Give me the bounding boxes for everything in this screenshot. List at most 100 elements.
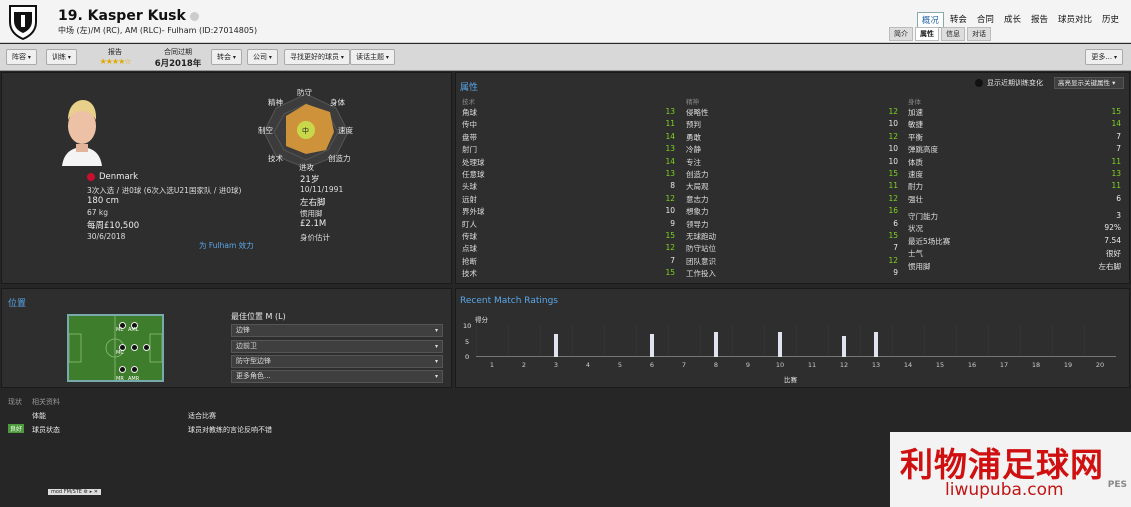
tab-status[interactable]: 现状 bbox=[8, 397, 22, 407]
club-link[interactable]: 为 Fulham 效力 bbox=[199, 240, 254, 251]
toggle-checkbox[interactable] bbox=[975, 79, 983, 87]
tab-overview[interactable]: 概况 bbox=[916, 12, 944, 28]
attribute-name: 处理球 bbox=[462, 157, 485, 167]
attribute-value: 11 bbox=[888, 181, 898, 191]
attribute-name: 加速 bbox=[908, 108, 923, 117]
attribute-name: 最近5场比赛 bbox=[908, 236, 951, 246]
role-select-winger[interactable]: 边锋 bbox=[231, 324, 443, 337]
x-tick-label: 17 bbox=[999, 361, 1009, 369]
attribute-name: 盯人 bbox=[462, 219, 477, 229]
subtab-profile[interactable]: 简介 bbox=[889, 27, 913, 41]
attributes-title: 属性 bbox=[460, 83, 479, 93]
mod-tag-text: mod FM/STE bbox=[51, 489, 82, 495]
attribute-name: 守门能力 bbox=[908, 212, 938, 221]
tab-development[interactable]: 成长 bbox=[1000, 12, 1025, 28]
attribute-name: 领导力 bbox=[686, 219, 709, 229]
role-select-defensive-winger[interactable]: 防守型边锋 bbox=[231, 355, 443, 368]
rating-bar[interactable] bbox=[650, 333, 654, 357]
attribute-name: 盘带 bbox=[462, 132, 477, 142]
toggle-label: 显示近期训练变化 bbox=[987, 79, 1043, 87]
attribute-value: 15 bbox=[1111, 107, 1121, 116]
attribute-value: 9 bbox=[670, 218, 675, 228]
x-tick-label: 2 bbox=[521, 361, 527, 369]
more-button[interactable]: 更多... bbox=[1085, 49, 1123, 65]
attribute-value: 7 bbox=[1116, 131, 1121, 141]
tab-contract[interactable]: 合同 bbox=[973, 12, 998, 28]
attribute-name: 耐力 bbox=[908, 182, 923, 192]
x-tick-label: 7 bbox=[681, 361, 687, 369]
tab-history[interactable]: 历史 bbox=[1098, 12, 1123, 28]
subtab-conversation[interactable]: 对话 bbox=[967, 27, 991, 41]
role-select-wide-midfielder[interactable]: 边前卫 bbox=[231, 340, 443, 353]
company-button[interactable]: 公司 bbox=[247, 49, 278, 65]
attribute-row: 传中 11 bbox=[462, 119, 675, 131]
attribute-value: 13 bbox=[665, 169, 675, 178]
attribute-name: 敏捷 bbox=[908, 120, 923, 130]
tab-report[interactable]: 报告 bbox=[1027, 12, 1052, 28]
x-tick-label: 9 bbox=[745, 361, 751, 369]
mod-tag[interactable]: mod FM/STE ⚙ ▸ ✕ bbox=[48, 489, 101, 495]
tab-related-info[interactable]: 相关资料 bbox=[32, 397, 60, 407]
top-navigation: 概况 转会 合同 成长 报告 球员对比 历史 bbox=[916, 12, 1123, 28]
x-tick-label: 18 bbox=[1031, 361, 1041, 369]
tab-compare[interactable]: 球员对比 bbox=[1054, 12, 1096, 28]
highlight-key-attributes-select[interactable]: 高亮显示关键属性 ▾ bbox=[1054, 77, 1124, 89]
attribute-name: 团队意识 bbox=[686, 256, 716, 266]
attribute-name: 传中 bbox=[462, 120, 477, 130]
attribute-row: 任意球 13 bbox=[462, 169, 675, 181]
attribute-name: 头球 bbox=[462, 182, 477, 192]
rating-bar[interactable] bbox=[554, 333, 558, 357]
attribute-value: 11 bbox=[1111, 156, 1121, 166]
attribute-name: 任意球 bbox=[462, 170, 485, 179]
attribute-name: 抢断 bbox=[462, 256, 477, 266]
role-select-more[interactable]: 更多角色... bbox=[231, 370, 443, 383]
favourite-icon[interactable] bbox=[189, 11, 199, 21]
rating-bar[interactable] bbox=[874, 332, 878, 357]
attribute-value: 14 bbox=[665, 156, 675, 166]
attribute-name: 强壮 bbox=[908, 194, 923, 204]
squad-button[interactable]: 阵容 bbox=[6, 49, 37, 65]
report-rating[interactable]: 报告 ★★★★☆ bbox=[92, 47, 138, 66]
attribute-name: 界外球 bbox=[462, 207, 485, 217]
status-badge: 良好 bbox=[8, 424, 25, 433]
preferred-foot-label: 惯用脚 bbox=[300, 209, 323, 218]
rating-bar[interactable] bbox=[842, 335, 846, 357]
ratings-x-label: 比赛 bbox=[784, 376, 797, 384]
attribute-value: 10 bbox=[665, 206, 675, 216]
x-tick-label: 11 bbox=[807, 361, 817, 369]
x-tick-label: 5 bbox=[617, 361, 623, 369]
attribute-name: 想象力 bbox=[686, 207, 709, 217]
attribute-row: 想象力 16 bbox=[686, 206, 898, 218]
attribute-value: 很好 bbox=[1106, 249, 1121, 259]
attribute-value: 10 bbox=[888, 119, 898, 129]
training-changes-toggle[interactable]: 显示近期训练变化 bbox=[975, 78, 1043, 88]
category-physical: 身体 bbox=[908, 98, 921, 106]
attribute-name: 预判 bbox=[686, 120, 701, 130]
subtab-attributes[interactable]: 属性 bbox=[915, 27, 939, 41]
attribute-name: 意志力 bbox=[686, 194, 709, 204]
rating-bar[interactable] bbox=[714, 332, 718, 357]
attribute-row: 惯用脚 左右脚 bbox=[908, 261, 1121, 273]
position-title: 位置 bbox=[8, 299, 27, 309]
attribute-row: 守门能力 3 bbox=[908, 211, 1121, 223]
subtab-info[interactable]: 信息 bbox=[941, 27, 965, 41]
attribute-row: 头球 8 bbox=[462, 181, 675, 193]
attribute-name: 技术 bbox=[462, 269, 477, 279]
talk-topic-button[interactable]: 读话主题 bbox=[350, 49, 395, 65]
attribute-value: 12 bbox=[665, 243, 675, 253]
best-position: 最佳位置 M (L) bbox=[231, 312, 286, 321]
site-watermark: 利物浦足球网 liwupuba.com PES bbox=[890, 432, 1131, 507]
rating-bar[interactable] bbox=[778, 332, 782, 357]
training-button[interactable]: 训练 bbox=[46, 49, 77, 65]
attribute-value: 10 bbox=[888, 156, 898, 166]
ratings-plot-area bbox=[476, 324, 1116, 357]
tab-transfer[interactable]: 转会 bbox=[946, 12, 971, 28]
market-value: £2.1M bbox=[300, 219, 327, 229]
attribute-name: 平衡 bbox=[908, 132, 923, 142]
transfer-button[interactable]: 转会 bbox=[211, 49, 242, 65]
find-better-player-button[interactable]: 寻找更好的球员 bbox=[284, 49, 350, 65]
attribute-value: 14 bbox=[1111, 119, 1121, 129]
attribute-row: 角球 13 bbox=[462, 107, 675, 119]
attribute-row: 盘带 14 bbox=[462, 132, 675, 144]
attribute-name: 弹跳高度 bbox=[908, 145, 938, 155]
